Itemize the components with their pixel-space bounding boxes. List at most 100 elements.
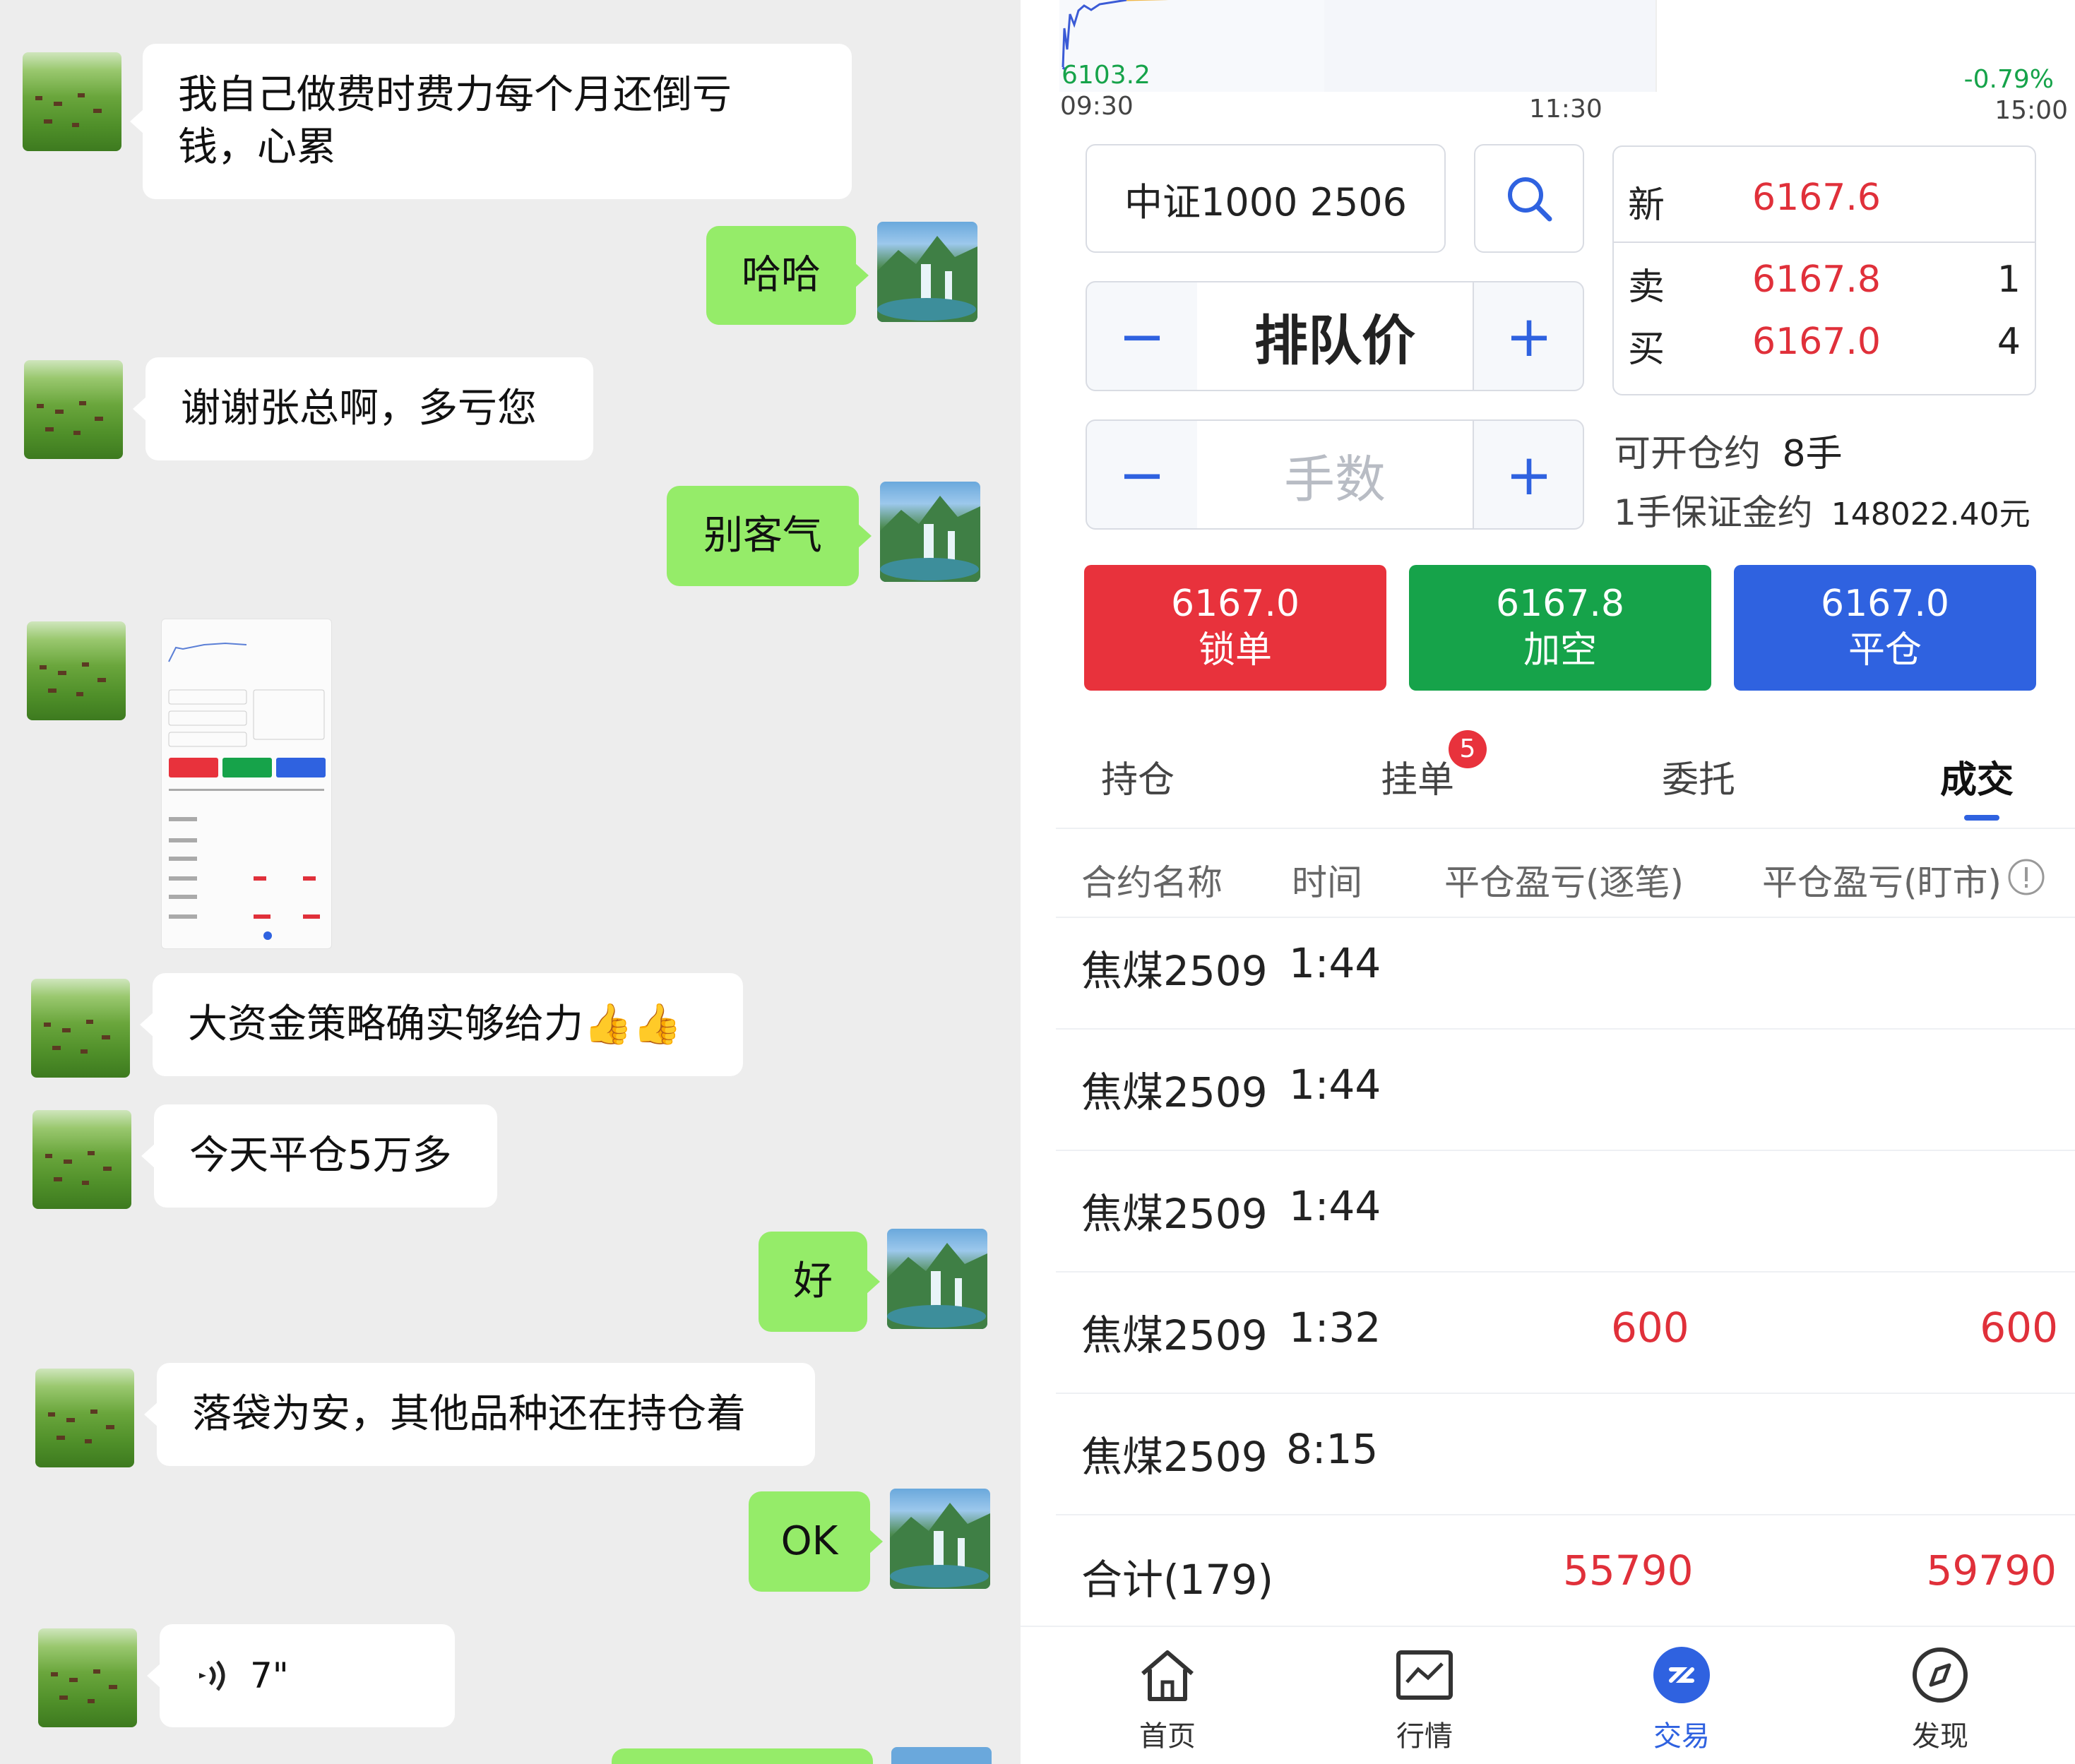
lots-plus-button[interactable]: + <box>1473 421 1584 528</box>
bid-volume: 4 <box>1997 321 2021 363</box>
contact-avatar[interactable] <box>23 52 121 151</box>
table-row[interactable]: 焦煤2509 1:32 600 600 <box>1021 1282 2075 1402</box>
column-contract: 合约名称 <box>1081 862 1223 903</box>
row-time: 1:32 <box>1289 1304 1381 1352</box>
message-text: 今天平仓5万多 <box>189 1133 452 1179</box>
voice-duration: 7" <box>250 1655 289 1696</box>
nav-label: 发现 <box>1912 1720 1968 1753</box>
open-capacity-value: 8手 <box>1782 433 1843 475</box>
nav-discover[interactable]: 发现 <box>1869 1645 2011 1754</box>
table-row[interactable]: 焦煤2509 1:44 <box>1021 918 2075 1038</box>
trade-icon <box>1653 1647 1710 1703</box>
message-bubble[interactable]: 大资金策略确实够给力👍👍 <box>140 973 743 1076</box>
row-contract: 焦煤2509 <box>1081 1190 1268 1238</box>
button-label: 平仓 <box>1848 629 1922 672</box>
my-avatar[interactable] <box>890 1489 990 1589</box>
nav-trade[interactable]: 交易 <box>1611 1645 1752 1754</box>
contact-avatar[interactable] <box>24 360 123 459</box>
row-contract: 焦煤2509 <box>1081 1433 1268 1481</box>
column-pnl-trade: 平仓盈亏(逐笔) <box>1444 862 1684 903</box>
info-icon[interactable] <box>2006 857 2046 897</box>
total-label: 合计(179) <box>1081 1556 1273 1604</box>
voice-wave-icon <box>199 1660 225 1691</box>
lots-input[interactable]: 手数 <box>1197 421 1473 528</box>
message-bubble[interactable]: 好 <box>759 1232 880 1332</box>
price-mode-value[interactable]: 排队价 <box>1197 282 1473 390</box>
message-bubble[interactable] <box>612 1748 873 1764</box>
contact-avatar[interactable] <box>27 621 126 720</box>
row-pnl-mtm: 600 <box>1980 1304 2058 1352</box>
message-bubble[interactable]: 落袋为安，其他品种还在持仓着 <box>144 1363 815 1466</box>
screenshot-thumbnail[interactable] <box>161 619 332 949</box>
nav-label: 交易 <box>1653 1720 1710 1753</box>
nav-home[interactable]: 首页 <box>1097 1645 1238 1754</box>
message-text: 谢谢张总啊，多亏您 <box>181 386 537 431</box>
tab-label: 挂单 <box>1381 759 1455 801</box>
my-avatar[interactable] <box>877 222 977 322</box>
price-plus-button[interactable]: + <box>1473 282 1584 390</box>
nav-label: 首页 <box>1139 1720 1196 1753</box>
button-price: 6167.0 <box>1821 583 1949 625</box>
chart-icon <box>1396 1650 1453 1700</box>
price-minus-button[interactable]: − <box>1087 282 1199 390</box>
tab-pending-orders[interactable]: 挂单 <box>1381 750 1454 803</box>
my-avatar[interactable] <box>880 482 980 582</box>
message-bubble[interactable]: 谢谢张总啊，多亏您 <box>133 357 593 460</box>
message-bubble[interactable]: 我自己做费时费力每个月还倒亏 钱，心累 <box>130 44 852 199</box>
message-bubble[interactable]: 今天平仓5万多 <box>141 1104 497 1208</box>
contact-avatar[interactable] <box>35 1369 134 1467</box>
row-pnl-trade: 600 <box>1611 1304 1689 1352</box>
row-time: 1:44 <box>1289 1061 1381 1109</box>
message-text: OK <box>780 1518 838 1564</box>
close-position-button[interactable]: 6167.0 平仓 <box>1734 565 2036 691</box>
tab-orders[interactable]: 委托 <box>1662 750 1735 803</box>
trading-app: 6103.2 -0.79% 09:30 11:30 15:00 中证1000 2… <box>1021 0 2075 1764</box>
button-label: 锁单 <box>1198 629 1272 672</box>
margin-value: 148022.40元 <box>1831 496 2031 532</box>
table-row[interactable]: 焦煤2509 1:44 <box>1021 1039 2075 1160</box>
ask-price: 6167.8 <box>1752 258 1881 301</box>
nav-market[interactable]: 行情 <box>1354 1645 1495 1754</box>
contact-avatar[interactable] <box>32 1110 131 1209</box>
message-bubble[interactable]: 别客气 <box>667 486 872 586</box>
voice-message[interactable]: 7" <box>147 1624 455 1727</box>
contract-name: 中证1000 2506 <box>1124 179 1408 225</box>
row-contract: 焦煤2509 <box>1081 1068 1268 1116</box>
message-text: 好 <box>793 1258 833 1304</box>
table-row[interactable]: 焦煤2509 8:15 <box>1021 1404 2075 1524</box>
tab-trades[interactable]: 成交 <box>1940 750 2014 803</box>
contract-selector[interactable]: 中证1000 2506 <box>1086 144 1446 253</box>
chart-time-start: 09:30 <box>1060 92 1134 121</box>
open-capacity-label: 可开仓约 <box>1614 433 1761 475</box>
row-contract: 焦煤2509 <box>1081 1311 1268 1359</box>
message-text: 大资金策略确实够给力👍👍 <box>188 1001 682 1047</box>
contact-avatar[interactable] <box>38 1628 137 1727</box>
row-time: 1:44 <box>1289 1182 1381 1230</box>
row-time: 8:15 <box>1286 1425 1379 1473</box>
add-short-button[interactable]: 6167.8 加空 <box>1409 565 1711 691</box>
lots-minus-button[interactable]: − <box>1087 421 1199 528</box>
search-icon <box>1508 177 1552 222</box>
ask-volume: 1 <box>1997 258 2021 301</box>
chat-panel: 我自己做费时费力每个月还倒亏 钱，心累 哈哈 谢谢张总啊，多亏您 别客气 大资金… <box>0 0 1021 1764</box>
search-button[interactable] <box>1474 144 1584 253</box>
message-text: 钱，心累 <box>178 124 336 170</box>
message-text: 我自己做费时费力每个月还倒亏 <box>178 72 732 118</box>
row-contract: 焦煤2509 <box>1081 947 1268 995</box>
table-row[interactable]: 焦煤2509 1:44 <box>1021 1161 2075 1281</box>
home-icon <box>1141 1650 1194 1701</box>
column-time: 时间 <box>1292 862 1362 903</box>
chart-change-label: -0.79% <box>1963 65 2054 94</box>
my-avatar[interactable] <box>887 1229 987 1329</box>
contact-avatar[interactable] <box>31 979 130 1078</box>
tab-positions[interactable]: 持仓 <box>1101 750 1175 803</box>
message-bubble[interactable]: OK <box>749 1491 883 1592</box>
button-price: 6167.0 <box>1171 583 1300 625</box>
bid-label: 买 <box>1628 328 1665 371</box>
message-bubble[interactable]: 哈哈 <box>706 226 869 325</box>
button-price: 6167.8 <box>1496 583 1624 625</box>
lock-order-button[interactable]: 6167.0 锁单 <box>1084 565 1386 691</box>
lots-stepper: − 手数 + <box>1086 419 1584 530</box>
my-avatar[interactable] <box>891 1747 992 1764</box>
column-pnl-mtm: 平仓盈亏(盯市) <box>1762 862 2002 903</box>
